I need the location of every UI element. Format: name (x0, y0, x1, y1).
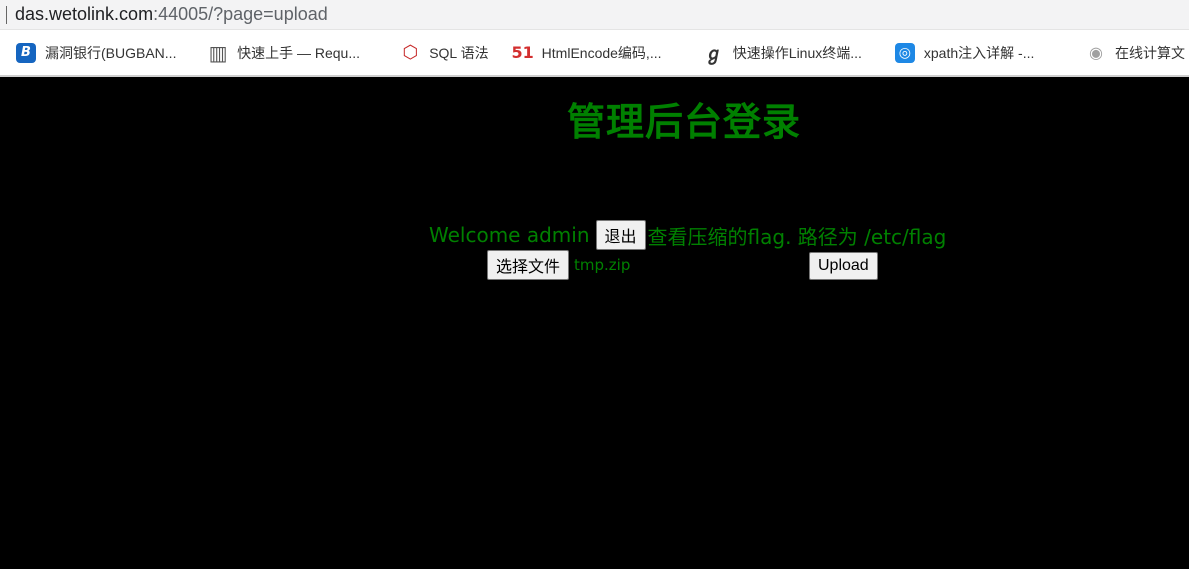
linux-swirl-icon: ℊ (704, 43, 723, 65)
bookmarks-bar: B 漏洞银行(BUGBAN... ▥ 快速上手 — Requ... ⬡ SQL … (0, 30, 1189, 77)
address-bar[interactable]: das.wetolink.com:44005/?page=upload (0, 0, 1189, 30)
bookmark-calculator[interactable]: ◉ 在线计算文 (1082, 38, 1189, 68)
bugbank-icon: B (16, 42, 36, 63)
welcome-line: Welcome admin 退出 查看压缩的flag. 路径为 /etc/fla… (429, 220, 946, 250)
bookmark-bugbank[interactable]: B 漏洞银行(BUGBAN... (12, 38, 204, 68)
bookmark-label: SQL 语法 (429, 44, 489, 61)
bookmark-label: 快速上手 — Requ... (237, 44, 361, 61)
page-body: 管理后台登录 Welcome admin 退出 查看压缩的flag. 路径为 /… (0, 79, 1189, 569)
bookmark-requests[interactable]: ▥ 快速上手 — Requ... (204, 38, 396, 68)
bookmark-label: HtmlEncode编码,... (541, 44, 662, 61)
selected-file-name: tmp.zip (574, 256, 631, 274)
document-columns-icon: ▥ (208, 40, 228, 65)
51-icon: 51 (511, 43, 534, 62)
bookmark-label: 快速操作Linux终端... (732, 44, 862, 61)
bookmark-htmlencode[interactable]: 51 HtmlEncode编码,... (509, 38, 700, 68)
w3school-icon: ⬡ (402, 42, 419, 63)
bookmark-sql[interactable]: ⬡ SQL 语法 (396, 38, 508, 68)
bookmark-xpath[interactable]: ◎ xpath注入详解 -... (891, 38, 1082, 68)
calculator-icon: ◉ (1089, 43, 1103, 62)
logout-button[interactable]: 退出 (595, 220, 646, 250)
upload-button[interactable]: Upload (809, 252, 878, 280)
bookmark-label: xpath注入详解 -... (923, 44, 1035, 61)
choose-file-button[interactable]: 选择文件 (487, 250, 570, 280)
url-text[interactable]: das.wetolink.com:44005/?page=upload (15, 4, 328, 25)
welcome-text: Welcome admin (429, 223, 590, 247)
url-host: das.wetolink.com (15, 4, 154, 24)
file-input[interactable]: 选择文件 tmp.zip (487, 250, 630, 280)
bookmark-linux[interactable]: ℊ 快速操作Linux终端... (700, 38, 891, 68)
page-title: 管理后台登录 (566, 100, 801, 144)
bookmark-label: 漏洞银行(BUGBAN... (45, 44, 177, 61)
flag-hint-text: 查看压缩的flag. 路径为 /etc/flag (647, 224, 947, 249)
text-cursor (6, 5, 7, 24)
bookmark-label: 在线计算文 (1115, 44, 1185, 61)
url-path: :44005/?page=upload (153, 4, 328, 24)
globe-icon: ◎ (894, 42, 915, 63)
